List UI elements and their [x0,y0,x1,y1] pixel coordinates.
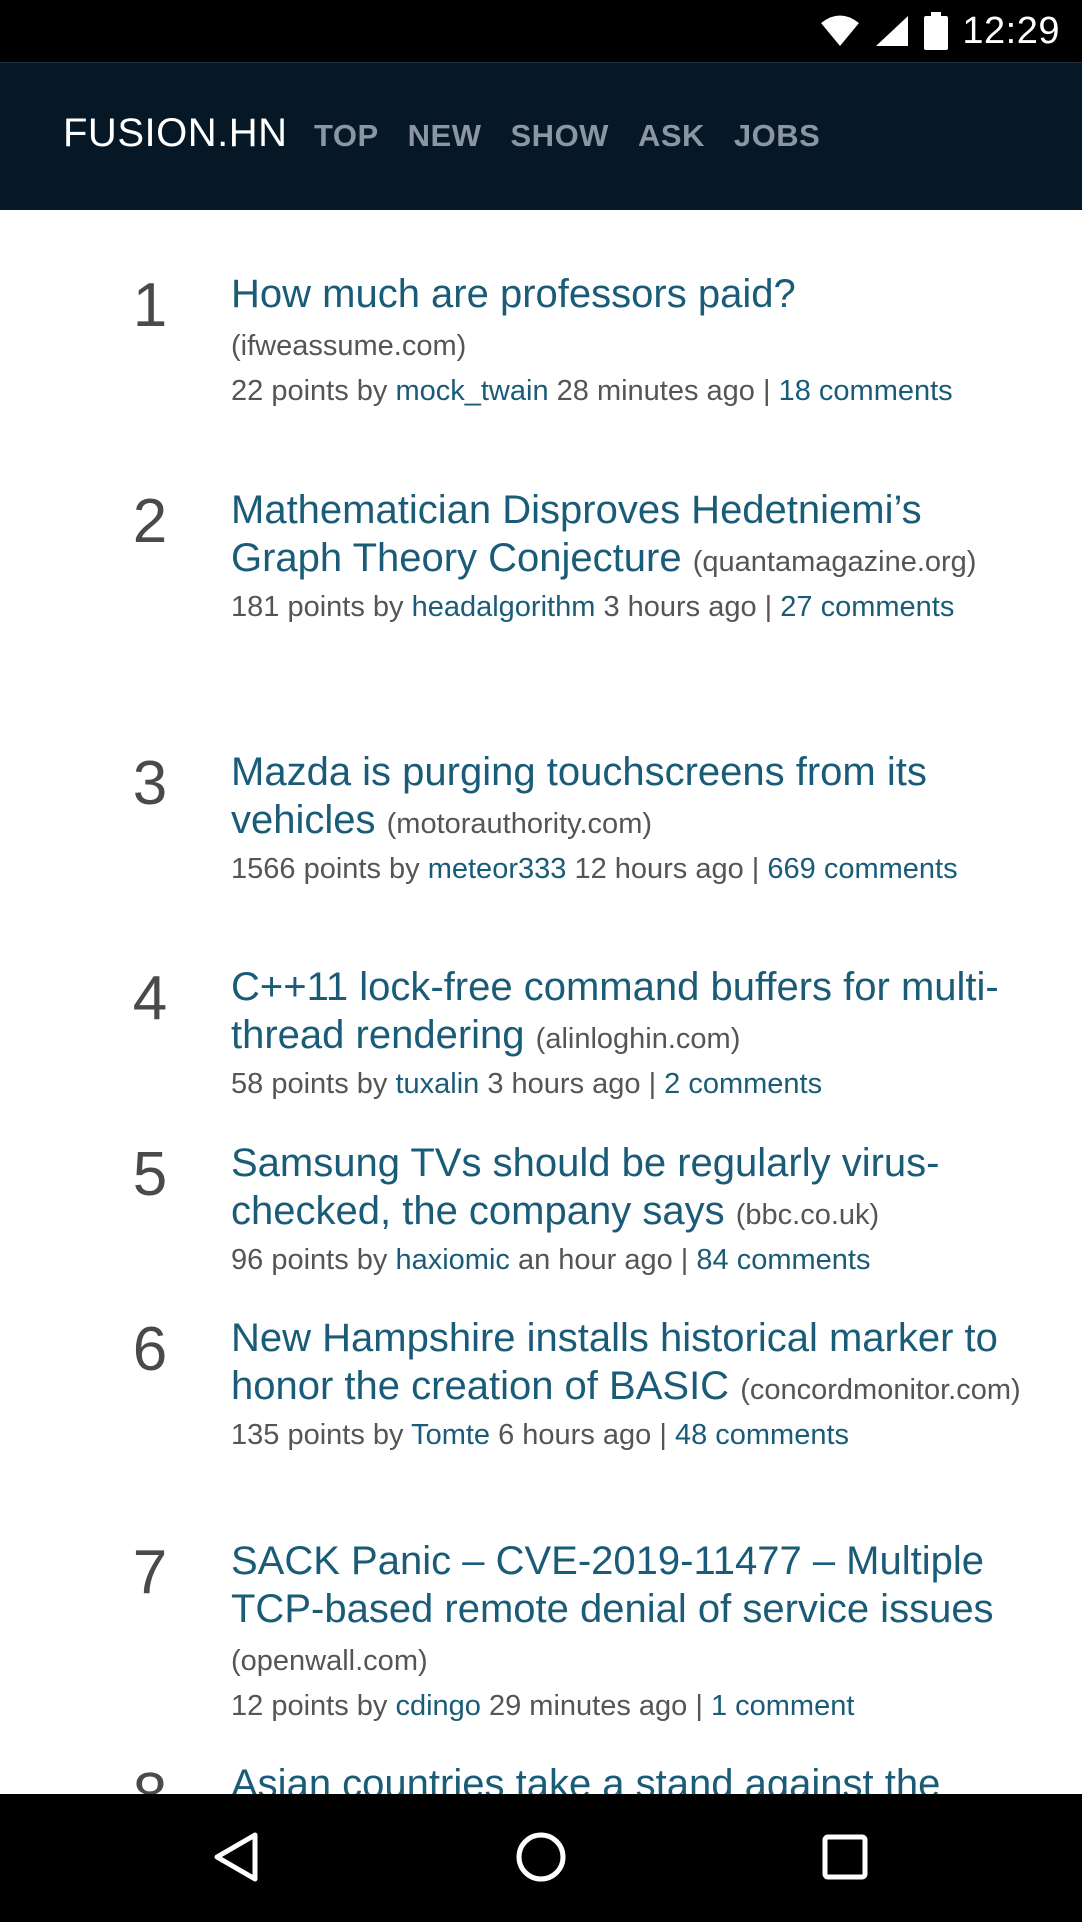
story-domain[interactable]: (alinloghin.com) [536,1023,741,1055]
story-comments[interactable]: 18 comments [779,375,953,407]
story-points: 96 points by [231,1244,388,1276]
story-comments[interactable]: 84 comments [696,1244,870,1276]
story-age: 6 hours ago | [498,1419,667,1451]
nav-jobs[interactable]: JOBS [734,118,820,154]
story-comments[interactable]: 1 comment [711,1690,854,1722]
story-meta: 12 points by cdingo 29 minutes ago | 1 c… [231,1687,1031,1726]
story-body: New Hampshire installs historical marker… [231,1314,1031,1455]
story-body: How much are professors paid? (ifweassum… [231,270,1031,411]
story-domain[interactable]: (quantamagazine.org) [693,546,977,578]
story-comments[interactable]: 2 comments [664,1068,822,1100]
story-meta: 181 points by headalgorithm 3 hours ago … [231,588,1031,627]
clock: 12:29 [962,9,1060,52]
story-age: 3 hours ago | [487,1068,657,1100]
story-body: Mathematician Disproves Hedetniemi’s Gra… [231,486,1031,627]
system-nav-bar [0,1794,1082,1922]
story-domain[interactable]: (bbc.co.uk) [736,1199,879,1231]
nav-ask[interactable]: ASK [638,118,705,154]
recents-button[interactable] [812,1824,878,1890]
story-rank: 4 [132,964,168,1033]
story-meta: 135 points by Tomte 6 hours ago | 48 com… [231,1416,1031,1455]
battery-icon [924,12,949,50]
story-title-line: Samsung TVs should be regularly virus-ch… [231,1139,1031,1239]
story-user[interactable]: mock_twain [395,375,548,407]
story-title[interactable]: Asian countries take a stand against the [231,1762,940,1794]
story-comments[interactable]: 27 comments [780,591,954,623]
story-list: 1 How much are professors paid? (ifweass… [0,210,1082,1794]
nav-show[interactable]: SHOW [511,118,609,154]
story-user[interactable]: tuxalin [395,1068,479,1100]
story-age: 3 hours ago | [603,591,773,623]
story-title-line: How much are professors paid? (ifweassum… [231,270,1031,370]
nav-new[interactable]: NEW [408,118,482,154]
story-domain[interactable]: (openwall.com) [231,1645,428,1677]
story-points: 12 points by [231,1690,388,1722]
story-title-line: C++11 lock-free command buffers for mult… [231,963,1031,1063]
story-comments[interactable]: 48 comments [675,1419,849,1451]
home-icon [516,1832,566,1882]
story-title[interactable]: How much are professors paid? [231,272,796,316]
story-title-line: New Hampshire installs historical marker… [231,1314,1031,1414]
story-points: 135 points by [231,1419,404,1451]
story-points: 1566 points by [231,853,420,885]
story-age: 29 minutes ago | [488,1690,703,1722]
story-rank: 7 [132,1538,168,1607]
story-domain[interactable]: (motorauthority.com) [387,808,652,840]
home-button[interactable] [508,1824,574,1890]
story-points: 58 points by [231,1068,388,1100]
story-rank: 3 [132,749,168,818]
story-domain[interactable]: (concordmonitor.com) [740,1374,1020,1406]
story-points: 22 points by [231,375,388,407]
story-rank: 8 [75,1760,225,1794]
top-nav: TOP NEW SHOW ASK JOBS [314,118,820,154]
story-user[interactable]: cdingo [395,1690,480,1722]
story-meta: 58 points by tuxalin 3 hours ago | 2 com… [231,1065,1031,1104]
story-user[interactable]: Tomte [411,1419,490,1451]
story-meta: 96 points by haxiomic an hour ago | 84 c… [231,1241,1031,1280]
status-bar: 12:29 [0,0,1082,62]
story-meta: 1566 points by meteor333 12 hours ago | … [231,850,1031,889]
story-rank: 6 [132,1315,168,1384]
story-rank: 1 [132,271,168,340]
story-body: SACK Panic – CVE-2019-11477 – Multiple T… [231,1537,1031,1726]
nav-top[interactable]: TOP [314,118,379,154]
story-body: Mazda is purging touchscreens from its v… [231,748,1031,889]
story-age: an hour ago | [517,1244,689,1276]
story-rank: 2 [132,487,168,556]
story-rank: 5 [132,1140,168,1209]
story-title-line: Asian countries take a stand against the [231,1760,1031,1794]
story-meta: 22 points by mock_twain 28 minutes ago |… [231,372,1031,411]
back-button[interactable] [203,1824,269,1890]
story-title[interactable]: SACK Panic – CVE-2019-11477 – Multiple T… [231,1539,994,1631]
story-user[interactable]: haxiomic [395,1244,509,1276]
story-body: Asian countries take a stand against the [231,1760,1031,1794]
story-body: C++11 lock-free command buffers for mult… [231,963,1031,1104]
story-domain[interactable]: (ifweassume.com) [231,330,466,362]
signal-icon [876,16,909,46]
site-logo[interactable]: FUSION.HN [63,111,288,156]
story-title-line: Mazda is purging touchscreens from its v… [231,748,1031,848]
story-age: 12 hours ago | [574,853,760,885]
story-age: 28 minutes ago | [556,375,771,407]
story-body: Samsung TVs should be regularly virus-ch… [231,1139,1031,1280]
story-comments[interactable]: 669 comments [767,853,957,885]
story-user[interactable]: headalgorithm [412,591,596,623]
story-title-line: SACK Panic – CVE-2019-11477 – Multiple T… [231,1537,1031,1685]
recents-icon [822,1834,868,1880]
status-icons: 12:29 [820,8,1060,54]
story-title-line: Mathematician Disproves Hedetniemi’s Gra… [231,486,1031,586]
app-header: FUSION.HN TOP NEW SHOW ASK JOBS [0,62,1082,210]
story-points: 181 points by [231,591,404,623]
wifi-icon [821,15,860,46]
back-icon [214,1832,258,1882]
story-user[interactable]: meteor333 [428,853,567,885]
